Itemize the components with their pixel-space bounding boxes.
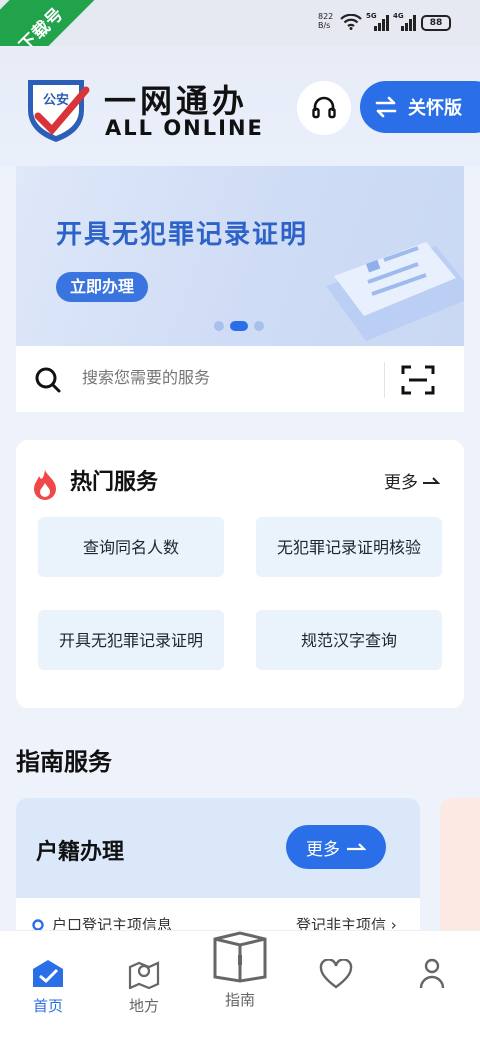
net-speed: 822 B/s bbox=[318, 12, 334, 30]
tab-care[interactable] bbox=[288, 931, 384, 1040]
map-pin-icon bbox=[128, 961, 160, 989]
care-mode-label: 关怀版 bbox=[408, 98, 462, 119]
headset-icon bbox=[312, 96, 336, 119]
arrow-right-icon bbox=[347, 843, 366, 851]
banner-pagination bbox=[214, 321, 264, 331]
bottom-tab-bar: 首页 地方 指南 bbox=[0, 930, 480, 1040]
service-item-issue-certificate[interactable]: 开具无犯罪记录证明 bbox=[38, 610, 224, 670]
search-icon bbox=[35, 367, 61, 393]
guide-more-button[interactable]: 更多 bbox=[286, 825, 386, 869]
hot-services-more-link[interactable]: 更多 bbox=[384, 468, 440, 493]
bullet-icon bbox=[32, 918, 44, 931]
service-item-verify-certificate[interactable]: 无犯罪记录证明核验 bbox=[256, 517, 442, 577]
care-mode-button[interactable]: 关怀版 bbox=[360, 81, 480, 133]
person-icon bbox=[419, 958, 445, 989]
app-header: 公安 一网通办 ALL ONLINE 关怀版 bbox=[0, 46, 480, 166]
search-bar[interactable] bbox=[16, 346, 464, 412]
signal-4g-icon: 4G bbox=[393, 12, 417, 32]
tab-label: 指南 bbox=[224, 991, 255, 1009]
pagination-dot[interactable] bbox=[254, 321, 264, 331]
guide-book-icon bbox=[213, 931, 267, 983]
hot-services-card: 热门服务 更多 查询同名人数 无犯罪记录证明核验 开具无犯罪记录证明 规范汉字查… bbox=[16, 440, 464, 708]
tab-label: 首页 bbox=[32, 997, 63, 1015]
banner-apply-button[interactable]: 立即办理 bbox=[56, 272, 149, 302]
hot-services-title: 热门服务 bbox=[70, 470, 159, 495]
pagination-dot-active[interactable] bbox=[230, 321, 248, 331]
svg-text:公安: 公安 bbox=[43, 92, 69, 108]
tab-local[interactable]: 地方 bbox=[96, 931, 192, 1040]
service-item-chinese-char-query[interactable]: 规范汉字查询 bbox=[256, 610, 442, 670]
arrow-right-icon bbox=[423, 476, 440, 484]
guide-section-title: 指南服务 bbox=[16, 748, 112, 776]
swap-arrows-icon bbox=[375, 96, 397, 118]
signal-5g-icon: 5G bbox=[366, 12, 390, 32]
guide-card-title: 户籍办理 bbox=[36, 840, 125, 865]
police-shield-logo: 公安 bbox=[28, 80, 90, 142]
app-title-en: ALL ONLINE bbox=[105, 116, 264, 140]
service-item-name-count[interactable]: 查询同名人数 bbox=[38, 517, 224, 577]
scan-icon[interactable] bbox=[401, 364, 435, 396]
tab-mine[interactable] bbox=[384, 931, 480, 1040]
search-divider bbox=[384, 362, 385, 398]
status-bar: 下载号 822 B/s 5G 4G 88 bbox=[0, 0, 480, 87]
battery-icon: 88 bbox=[421, 15, 451, 31]
tab-label: 地方 bbox=[128, 997, 159, 1015]
flame-icon bbox=[34, 470, 56, 500]
promo-banner[interactable]: 开具无犯罪记录证明 立即办理 bbox=[16, 166, 464, 346]
heart-icon bbox=[319, 959, 353, 989]
home-icon bbox=[33, 960, 63, 987]
banner-title: 开具无犯罪记录证明 bbox=[56, 220, 309, 250]
document-illustration bbox=[326, 242, 464, 341]
search-input[interactable] bbox=[82, 368, 362, 387]
tab-home[interactable]: 首页 bbox=[0, 931, 96, 1040]
tab-guide[interactable]: 指南 bbox=[192, 931, 288, 1040]
wifi-icon bbox=[340, 14, 362, 30]
guide-card-next[interactable] bbox=[440, 798, 480, 948]
pagination-dot[interactable] bbox=[214, 321, 224, 331]
customer-service-button[interactable] bbox=[297, 81, 351, 135]
